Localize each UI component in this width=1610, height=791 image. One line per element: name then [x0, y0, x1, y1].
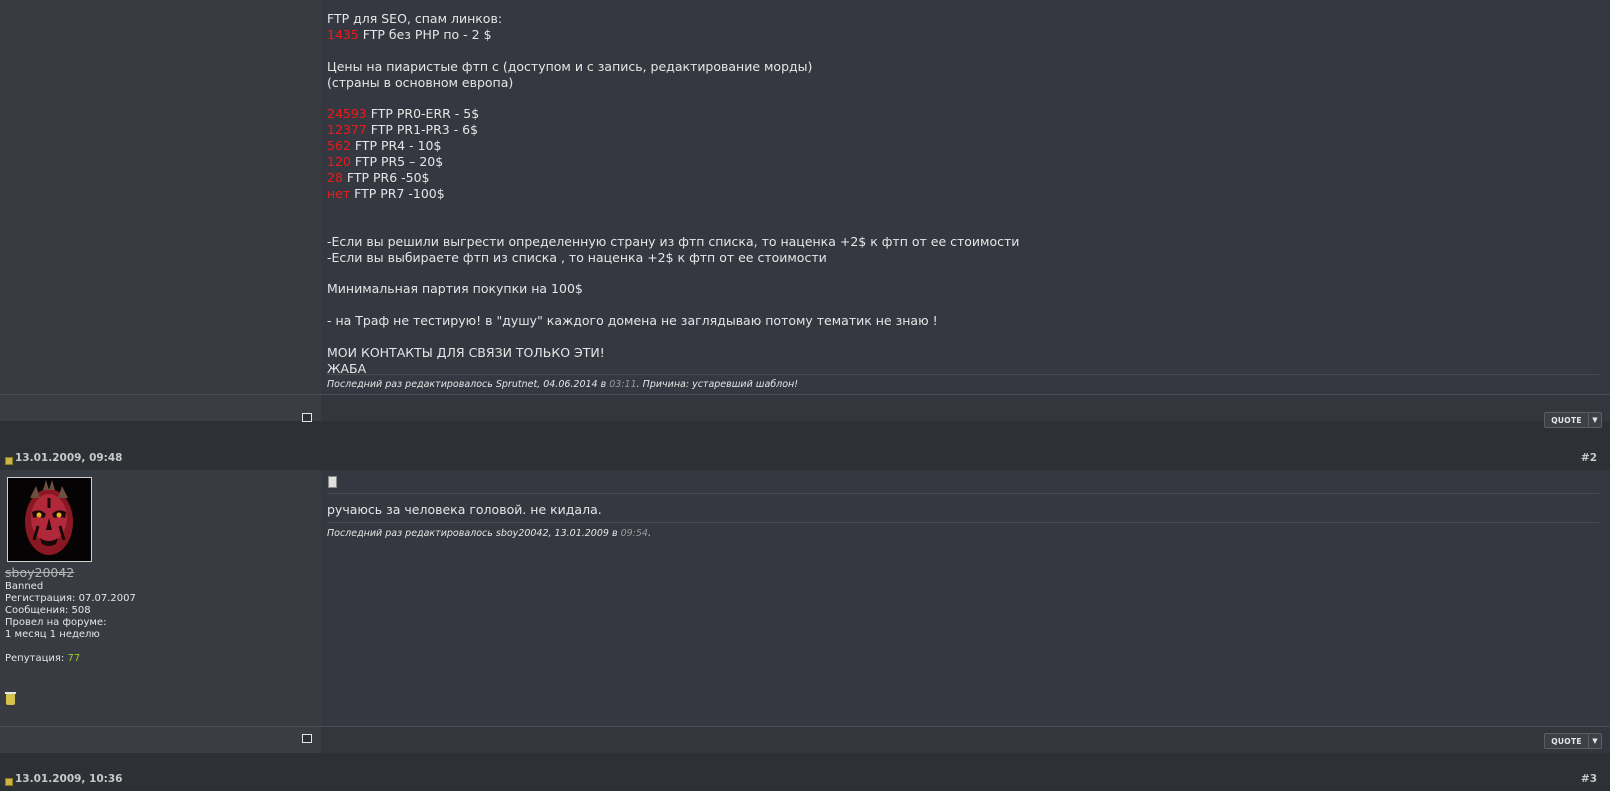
post-status-icon: [5, 457, 13, 465]
quote-label: QUOTE: [1551, 736, 1582, 746]
multiquote-checkbox-icon[interactable]: [302, 734, 312, 743]
post1-message-line: 1435 FTP без PHP по - 2 $: [327, 27, 492, 43]
post1-edit-suffix: . Причина: устаревший шаблон!: [636, 379, 799, 390]
post2-edit-note: Последний раз редактировалось sboy20042,…: [327, 528, 651, 539]
chevron-down-icon[interactable]: ▼: [1588, 413, 1601, 427]
post1-user-column: [0, 0, 321, 394]
post3-header: 13.01.2009, 10:36 #3: [0, 769, 1610, 791]
post2-header: 13.01.2009, 09:48 #2: [0, 448, 1610, 470]
post1-edit-separator: [327, 374, 1599, 375]
post1-footer-left: [0, 394, 321, 421]
post1-edit-prefix: Последний раз редактировалось Sprutnet, …: [327, 379, 610, 390]
post1-message-line: 12377 FTP PR1-PR3 - 6$: [327, 122, 478, 138]
post1-message-line: МОИ КОНТАКТЫ ДЛЯ СВЯЗИ ТОЛЬКО ЭТИ!: [327, 345, 605, 361]
post1-message-line: (страны в основном европа): [327, 75, 513, 91]
post2-username-link[interactable]: sboy20042: [5, 565, 74, 580]
chevron-down-icon[interactable]: ▼: [1588, 734, 1601, 748]
multiquote-checkbox-icon[interactable]: [302, 413, 312, 422]
post2-edit-separator: [327, 522, 1599, 523]
post1-footer-right: [321, 394, 1610, 421]
line-text: FTP PR4 - 10$: [350, 138, 442, 154]
post2-quote-button[interactable]: QUOTE ▼: [1544, 733, 1602, 749]
post2-date: 13.01.2009, 09:48: [15, 452, 123, 464]
post1-message-line: Минимальная партия покупки на 100$: [327, 281, 583, 297]
post3-number-link[interactable]: #3: [1581, 773, 1597, 785]
line-text: FTP без PHP по - 2 $: [358, 26, 492, 42]
post1-message-line: -Если вы решили выгрести определенную ст…: [327, 234, 1019, 250]
post1-message-line: 562 FTP PR4 - 10$: [327, 138, 441, 154]
post1-message-line: - на Траф не тестирую! в "душу" каждого …: [327, 313, 938, 329]
count-highlight: 562: [327, 138, 351, 154]
post1-message-line: 120 FTP PR5 – 20$: [327, 154, 443, 170]
post-status-icon: [5, 778, 13, 786]
post1-message-line: нет FTP PR7 -100$: [327, 186, 445, 202]
line-text: FTP PR6 -50$: [342, 170, 430, 185]
line-text: (страны в основном европа): [327, 74, 514, 90]
post1-message-line: -Если вы выбираете фтп из списка , то на…: [327, 250, 827, 266]
avatar-image: [8, 478, 91, 561]
post1-quote-button[interactable]: QUOTE ▼: [1544, 412, 1602, 428]
line-text: - на Траф не тестирую! в "душу" каждого …: [327, 313, 938, 329]
count-highlight: 12377: [327, 122, 367, 138]
post2-message-text: ручаюсь за человека головой. не кидала.: [327, 502, 602, 517]
line-text: FTP PR1-PR3 - 6$: [366, 122, 479, 138]
post2-edit-suffix: .: [647, 528, 651, 539]
post1-message-line: 28 FTP PR6 -50$: [327, 170, 430, 186]
line-text: FTP PR0-ERR - 5$: [366, 106, 480, 122]
post2-reputation: Репутация: 77: [5, 653, 80, 665]
line-text: FTP PR7 -100$: [350, 185, 445, 201]
line-text: -Если вы решили выгрести определенную ст…: [327, 233, 1020, 249]
post3-date: 13.01.2009, 10:36: [15, 773, 123, 785]
count-highlight: 24593: [327, 106, 367, 122]
trash-icon: [5, 692, 16, 705]
post1-message-line: 24593 FTP PR0-ERR - 5$: [327, 106, 479, 122]
line-text: Цены на пиаристые фтп с (доступом и с за…: [327, 58, 813, 74]
post2-number-link[interactable]: #2: [1581, 452, 1597, 464]
post2-rep-value: 77: [67, 653, 81, 664]
line-text: FTP PR5 – 20$: [350, 154, 444, 170]
post2-rep-label: Репутация:: [5, 653, 68, 664]
line-text: МОИ КОНТАКТЫ ДЛЯ СВЯЗИ ТОЛЬКО ЭТИ!: [327, 344, 605, 360]
post2-user-info: Banned Регистрация: 07.07.2007 Сообщения…: [5, 581, 136, 640]
post1-message-line: Цены на пиаристые фтп с (доступом и с за…: [327, 59, 812, 75]
count-highlight: 1435: [327, 26, 359, 42]
message-icon: [328, 476, 337, 488]
post1-edit-note: Последний раз редактировалось Sprutnet, …: [327, 379, 798, 390]
avatar[interactable]: [7, 477, 92, 562]
post2-footer-left: [0, 726, 321, 753]
quote-label: QUOTE: [1551, 415, 1582, 425]
post1-edit-time: 03:11: [609, 379, 637, 390]
post2-title-separator: [327, 493, 1599, 494]
count-highlight: нет: [327, 185, 351, 201]
post1-message-line: FTP для SEO, спам линков:: [327, 11, 502, 27]
post2-footer-right: [321, 726, 1610, 753]
line-text: Минимальная партия покупки на 100$: [327, 281, 583, 297]
count-highlight: 120: [327, 154, 351, 170]
line-text: FTP для SEO, спам линков:: [327, 11, 503, 26]
count-highlight: 28: [327, 170, 343, 185]
post2-edit-time: 09:54: [620, 528, 648, 539]
line-text: -Если вы выбираете фтп из списка , то на…: [327, 249, 827, 265]
post2-edit-prefix: Последний раз редактировалось sboy20042,…: [327, 528, 621, 539]
